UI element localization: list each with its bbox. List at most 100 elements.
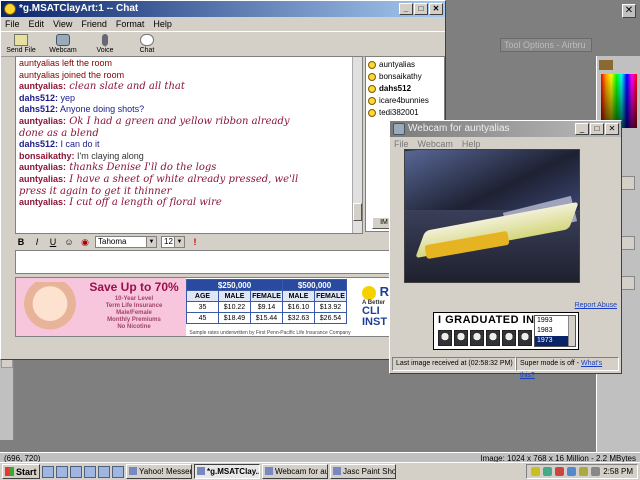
graduated-ad[interactable]: I GRADUATED IN: 1993 1983 1973 — [433, 312, 579, 350]
chat-message-continued: done as a blend — [19, 128, 359, 140]
chat-log-scrollbar[interactable] — [352, 57, 362, 233]
chat-message: dahs512: I can do it — [19, 139, 359, 151]
face-photo — [454, 330, 468, 346]
year-list-scrollbar[interactable] — [568, 316, 575, 346]
report-abuse-link[interactable]: Report Abuse — [575, 302, 617, 309]
super-mode-status: Super mode is off - What's this? — [516, 357, 619, 379]
tool-options-palette-title[interactable]: Tool Options - Airbru — [500, 38, 592, 52]
close-button[interactable]: ✕ — [429, 3, 443, 15]
user-name: icare4bunnies — [379, 96, 429, 105]
yahoo-smiley-icon — [4, 3, 16, 15]
user-list-item[interactable]: auntyalias — [368, 59, 442, 71]
psp-close-button[interactable]: ✕ — [622, 4, 636, 18]
bold-button[interactable]: B — [15, 236, 27, 248]
taskbar-button-webcam[interactable]: Webcam for au... — [262, 464, 328, 479]
maximize-button[interactable]: □ — [414, 3, 428, 15]
tray-icon[interactable] — [543, 467, 553, 476]
menu-friend[interactable]: Friend — [81, 17, 107, 31]
chat-window: *g.MSATClayArt:1 -- Chat _ □ ✕ File Edit… — [0, 0, 446, 360]
quicklaunch-icon[interactable] — [70, 465, 82, 478]
menu-help[interactable]: Help — [153, 17, 172, 31]
tray-icon[interactable] — [591, 467, 601, 476]
paint-shop-icon — [333, 467, 341, 475]
message-input[interactable] — [15, 250, 445, 274]
taskbar-button-paint-shop[interactable]: Jasc Paint Shop... — [330, 464, 396, 479]
webcam-icon — [265, 467, 273, 475]
maximize-button[interactable]: □ — [590, 123, 604, 135]
chat-message: bonsaikathy: I'm claying along — [19, 151, 359, 163]
message-user: dahs512: — [19, 92, 59, 103]
user-list-item[interactable]: dahs512 — [368, 83, 442, 95]
ad-cell: $18.49 — [218, 312, 251, 324]
face-photo — [470, 330, 484, 346]
graduated-ad-photos — [438, 330, 532, 346]
minimize-button[interactable]: _ — [399, 3, 413, 15]
send-file-label: Send File — [6, 47, 36, 54]
user-list-item[interactable]: bonsaikathy — [368, 71, 442, 83]
tray-icon[interactable] — [567, 467, 577, 476]
quicklaunch-icon[interactable] — [112, 465, 124, 478]
system-tray: 2:58 PM — [526, 464, 638, 479]
font-select[interactable]: Tahoma ▼ — [95, 236, 157, 248]
webcam-window: Webcam for auntyalias _ □ ✕ File Webcam … — [389, 120, 622, 379]
quicklaunch-icon[interactable] — [98, 465, 110, 478]
menu-edit[interactable]: Edit — [29, 17, 45, 31]
message-text: Anyone doing shots? — [58, 104, 145, 115]
chat-log[interactable]: auntyalias left the room auntyalias join… — [15, 56, 363, 234]
webcam-titlebar[interactable]: Webcam for auntyalias _ □ ✕ — [390, 121, 621, 137]
close-button[interactable]: ✕ — [605, 123, 619, 135]
recent-color-swatch[interactable] — [599, 60, 613, 70]
send-file-button[interactable]: Send File — [5, 32, 37, 56]
ad-col-header: MALE — [218, 290, 251, 302]
smiley-button[interactable]: ☺ — [63, 236, 75, 248]
ad-col-header: FEMALE — [314, 290, 347, 302]
webcam-icon — [56, 34, 70, 46]
ad-headline: Save Up to 70% — [89, 280, 179, 294]
font-size-select[interactable]: 12 ▼ — [161, 236, 185, 248]
ad-fine-print: Sample rates underwritten by First Penn-… — [189, 330, 351, 336]
windows-taskbar: Start Yahoo! Messen... *g.MSATClay... We… — [0, 462, 640, 480]
menu-format[interactable]: Format — [116, 17, 145, 31]
chat-title: *g.MSATClayArt:1 -- Chat — [19, 3, 139, 14]
face-photo — [438, 330, 452, 346]
ad-cell: $13.92 — [314, 301, 347, 313]
voice-button[interactable]: Voice — [89, 32, 121, 56]
menu-view[interactable]: View — [53, 17, 72, 31]
clock[interactable]: 2:58 PM — [603, 467, 633, 476]
life-insurance-ad-banner[interactable]: Save Up to 70% 10-Year Level Term Life I… — [15, 277, 445, 337]
start-button[interactable]: Start — [2, 464, 40, 479]
buzz-icon[interactable]: ! — [189, 236, 201, 248]
ad-cell: $15.44 — [250, 312, 283, 324]
message-text: press it again to get it thinner — [19, 185, 172, 197]
taskbar-button-yahoo-messenger[interactable]: Yahoo! Messen... — [126, 464, 192, 479]
tray-icon[interactable] — [555, 467, 565, 476]
menu-file[interactable]: File — [5, 17, 20, 31]
webcam-button[interactable]: Webcam — [47, 32, 79, 56]
chat-message: auntyalias: I cut off a length of floral… — [19, 197, 359, 209]
quicklaunch-icon[interactable] — [42, 465, 54, 478]
message-user: dahs512: — [19, 104, 59, 115]
user-name: dahs512 — [379, 84, 412, 93]
chat-message: auntyalias: thanks Denise I'll do the lo… — [19, 162, 359, 174]
scrollbar-thumb[interactable] — [353, 203, 362, 221]
message-user: bonsaikathy: — [19, 150, 75, 161]
user-list-item[interactable]: tedi382001 — [368, 107, 442, 119]
graduation-year-list[interactable]: 1993 1983 1973 — [534, 315, 576, 347]
tray-icon[interactable] — [579, 467, 589, 476]
microphone-icon — [102, 34, 108, 46]
quicklaunch-icon[interactable] — [56, 465, 68, 478]
ad-cell: $10.22 — [218, 301, 251, 313]
quicklaunch-icon[interactable] — [84, 465, 96, 478]
webcam-label: Webcam — [49, 47, 77, 54]
italic-button[interactable]: I — [31, 236, 43, 248]
ad-rate-table: $250,000 $500,000 AGE MALE FEMALE MALE FE… — [186, 279, 347, 324]
tray-icon[interactable] — [531, 467, 541, 476]
chat-button[interactable]: Chat — [131, 32, 163, 56]
text-color-button[interactable]: ◉ — [79, 236, 91, 248]
chat-label: Chat — [139, 47, 155, 54]
user-list-item[interactable]: icare4bunnies — [368, 95, 442, 107]
minimize-button[interactable]: _ — [575, 123, 589, 135]
taskbar-button-chat[interactable]: *g.MSATClay... — [194, 464, 260, 479]
chat-titlebar[interactable]: *g.MSATClayArt:1 -- Chat _ □ ✕ — [1, 1, 445, 17]
underline-button[interactable]: U — [47, 236, 59, 248]
